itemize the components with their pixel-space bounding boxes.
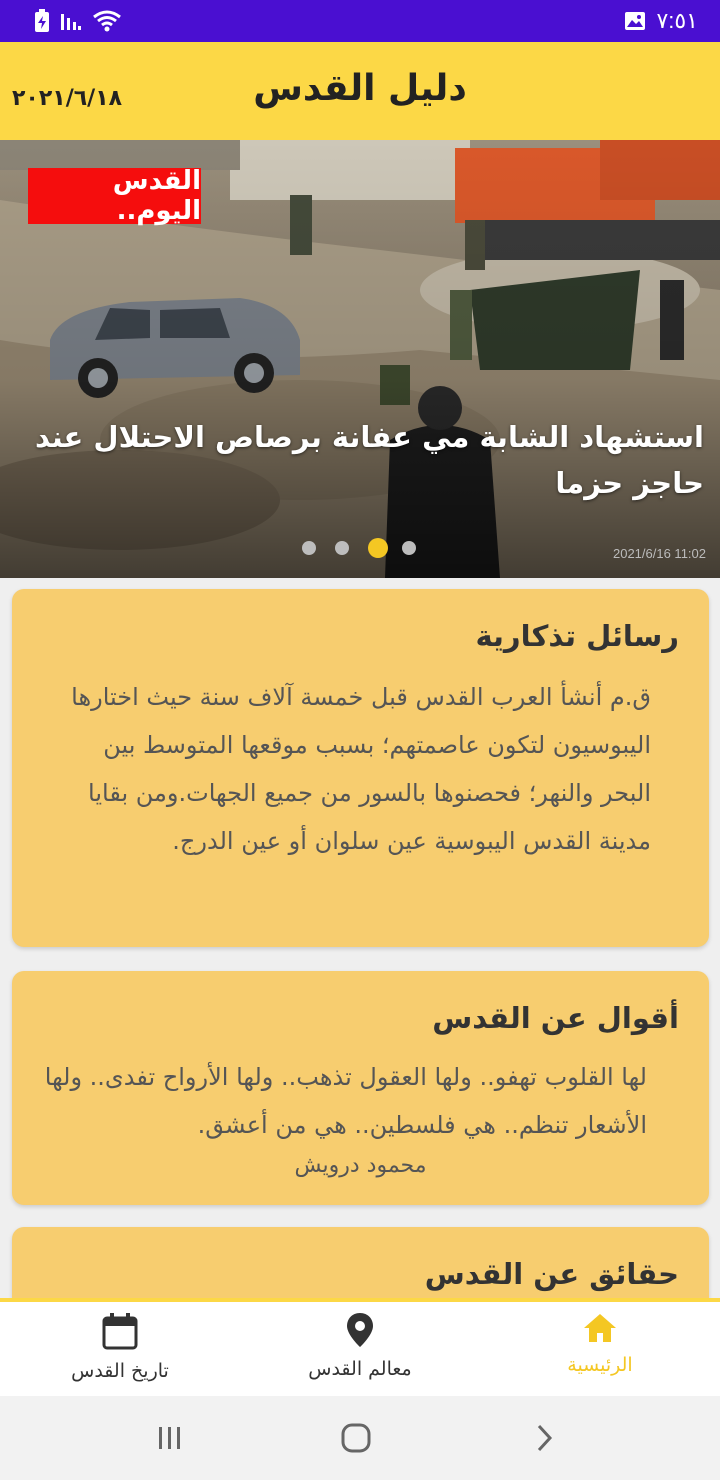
location-pin-icon: [345, 1312, 375, 1352]
status-time: ٧:٥١: [656, 8, 698, 33]
card-title: رسائل تذكارية: [475, 619, 679, 653]
nav-label-landmarks: معالم القدس: [308, 1358, 412, 1380]
back-icon[interactable]: [524, 1422, 564, 1454]
system-nav-bar: [0, 1396, 720, 1480]
card-quotes[interactable]: أقوال عن القدس لها القلوب تهفو.. ولها ال…: [12, 971, 709, 1205]
wifi-icon: [92, 10, 122, 32]
hero-badge: القدس اليوم..: [28, 166, 201, 226]
nav-item-history[interactable]: تاريخ القدس: [20, 1312, 220, 1382]
card-body: لها القلوب تهفو.. ولها العقول تذهب.. وله…: [44, 1063, 647, 1139]
app-bar: دليل القدس ٢٠٢١/٦/١٨: [0, 42, 720, 140]
card-facts[interactable]: حقائق عن القدس: [12, 1227, 709, 1298]
nav-item-home[interactable]: الرئيسية: [500, 1312, 700, 1376]
status-left: [34, 9, 122, 33]
recent-apps-icon[interactable]: [150, 1422, 190, 1454]
status-bar: ٧:٥١: [0, 0, 720, 42]
card-body: ق.م أنشأ العرب القدس قبل خمسة آلاف سنة ح…: [71, 683, 651, 855]
status-right: ٧:٥١: [624, 8, 698, 34]
slider-dot[interactable]: [302, 541, 316, 555]
hero-timestamp: 2021/6/16 11:02: [612, 546, 706, 561]
signal-icon: [60, 10, 82, 32]
card-title: حقائق عن القدس: [424, 1257, 679, 1291]
nav-item-landmarks[interactable]: معالم القدس: [260, 1312, 460, 1380]
card-memorial-messages[interactable]: رسائل تذكارية ق.م أنشأ العرب القدس قبل خ…: [12, 589, 709, 947]
card-title: أقوال عن القدس: [432, 1001, 679, 1035]
calendar-icon: [102, 1312, 138, 1354]
nav-label-history: تاريخ القدس: [71, 1360, 169, 1382]
home-circle-icon[interactable]: [336, 1422, 376, 1454]
slider-dot-active[interactable]: [368, 538, 388, 558]
card-author: محمود درويش: [294, 1153, 427, 1178]
slider-dot[interactable]: [402, 541, 416, 555]
hero-slider[interactable]: القدس اليوم.. استشهاد الشابة مي عفانة بر…: [0, 140, 720, 578]
nav-label-home: الرئيسية: [567, 1354, 633, 1376]
cards-list[interactable]: رسائل تذكارية ق.م أنشأ العرب القدس قبل خ…: [0, 578, 720, 1298]
hero-headline[interactable]: استشهاد الشابة مي عفانة برصاص الاحتلال ع…: [8, 414, 704, 506]
home-icon: [582, 1312, 618, 1348]
slider-dots: [302, 538, 435, 558]
slider-dot[interactable]: [335, 541, 349, 555]
bottom-nav: الرئيسية معالم القدس تاريخ القدس: [0, 1298, 720, 1396]
image-icon: [624, 11, 646, 31]
battery-charging-icon: [34, 9, 50, 33]
app-date: ٢٠٢١/٦/١٨: [12, 86, 123, 111]
